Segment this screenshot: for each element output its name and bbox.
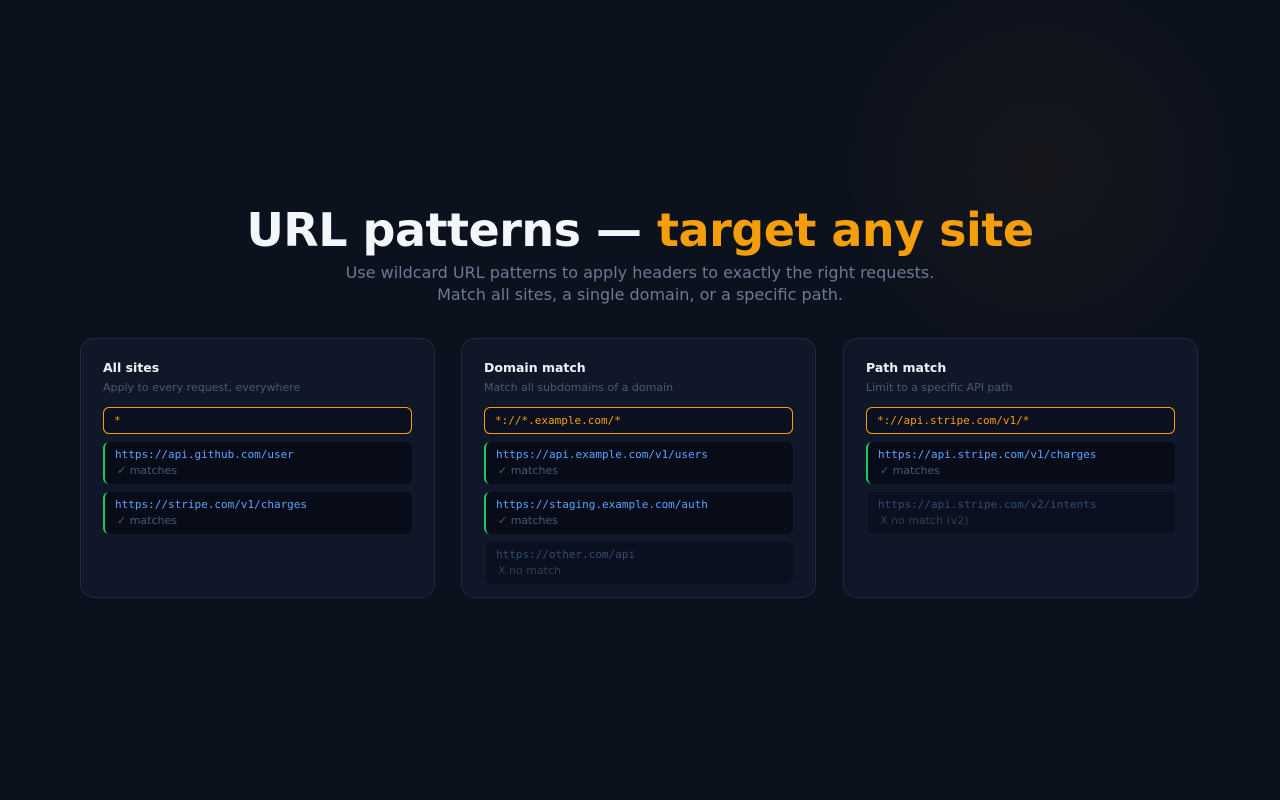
card-domain-match: Domain match Match all subdomains of a d… [461, 338, 816, 598]
match-status: ✓ matches [498, 464, 559, 477]
example-url: https://stripe.com/v1/charges [115, 498, 308, 511]
card-title: All sites [103, 360, 160, 375]
card-description: Limit to a specific API path [866, 381, 1013, 394]
example-url-match: https://api.example.com/v1/users ✓ match… [484, 442, 793, 484]
example-url: https://api.github.com/user [115, 448, 294, 461]
title-main: URL patterns — [246, 203, 658, 257]
example-url: https://other.com/api [496, 548, 636, 561]
card-title: Path match [866, 360, 947, 375]
card-description: Match all subdomains of a domain [484, 381, 674, 394]
pattern-field[interactable]: * [103, 407, 412, 434]
match-status: ✓ matches [117, 514, 178, 527]
card-path-match: Path match Limit to a specific API path … [843, 338, 1198, 598]
match-status: ✓ matches [117, 464, 178, 477]
example-url: https://staging.example.com/auth [496, 498, 708, 511]
example-url-match: https://api.stripe.com/v1/charges ✓ matc… [866, 442, 1175, 484]
match-status: X no match (v2) [880, 514, 969, 527]
pattern-field[interactable]: *://*.example.com/* [484, 407, 793, 434]
pattern-cards: All sites Apply to every request, everyw… [80, 338, 1200, 600]
hero-section: URL patterns — target any site Use wildc… [0, 198, 1280, 306]
subtitle-line-2: Match all sites, a single domain, or a s… [437, 285, 843, 304]
example-url: https://api.example.com/v1/users [496, 448, 708, 461]
match-status: X no match [498, 564, 562, 577]
match-status: ✓ matches [498, 514, 559, 527]
card-all-sites: All sites Apply to every request, everyw… [80, 338, 435, 598]
example-url-match: https://staging.example.com/auth ✓ match… [484, 492, 793, 534]
subtitle-line-1: Use wildcard URL patterns to apply heade… [345, 263, 935, 282]
example-url-no-match: https://api.stripe.com/v2/intents X no m… [866, 492, 1175, 534]
page-title: URL patterns — target any site [0, 198, 1280, 262]
card-title: Domain match [484, 360, 586, 375]
example-url: https://api.stripe.com/v1/charges [878, 448, 1097, 461]
title-accent: target any site [657, 203, 1034, 257]
example-url-no-match: https://other.com/api X no match [484, 542, 793, 584]
card-description: Apply to every request, everywhere [103, 381, 301, 394]
example-url: https://api.stripe.com/v2/intents [878, 498, 1097, 511]
pattern-field[interactable]: *://api.stripe.com/v1/* [866, 407, 1175, 434]
example-url-match: https://api.github.com/user ✓ matches [103, 442, 412, 484]
match-status: ✓ matches [880, 464, 941, 477]
example-url-match: https://stripe.com/v1/charges ✓ matches [103, 492, 412, 534]
